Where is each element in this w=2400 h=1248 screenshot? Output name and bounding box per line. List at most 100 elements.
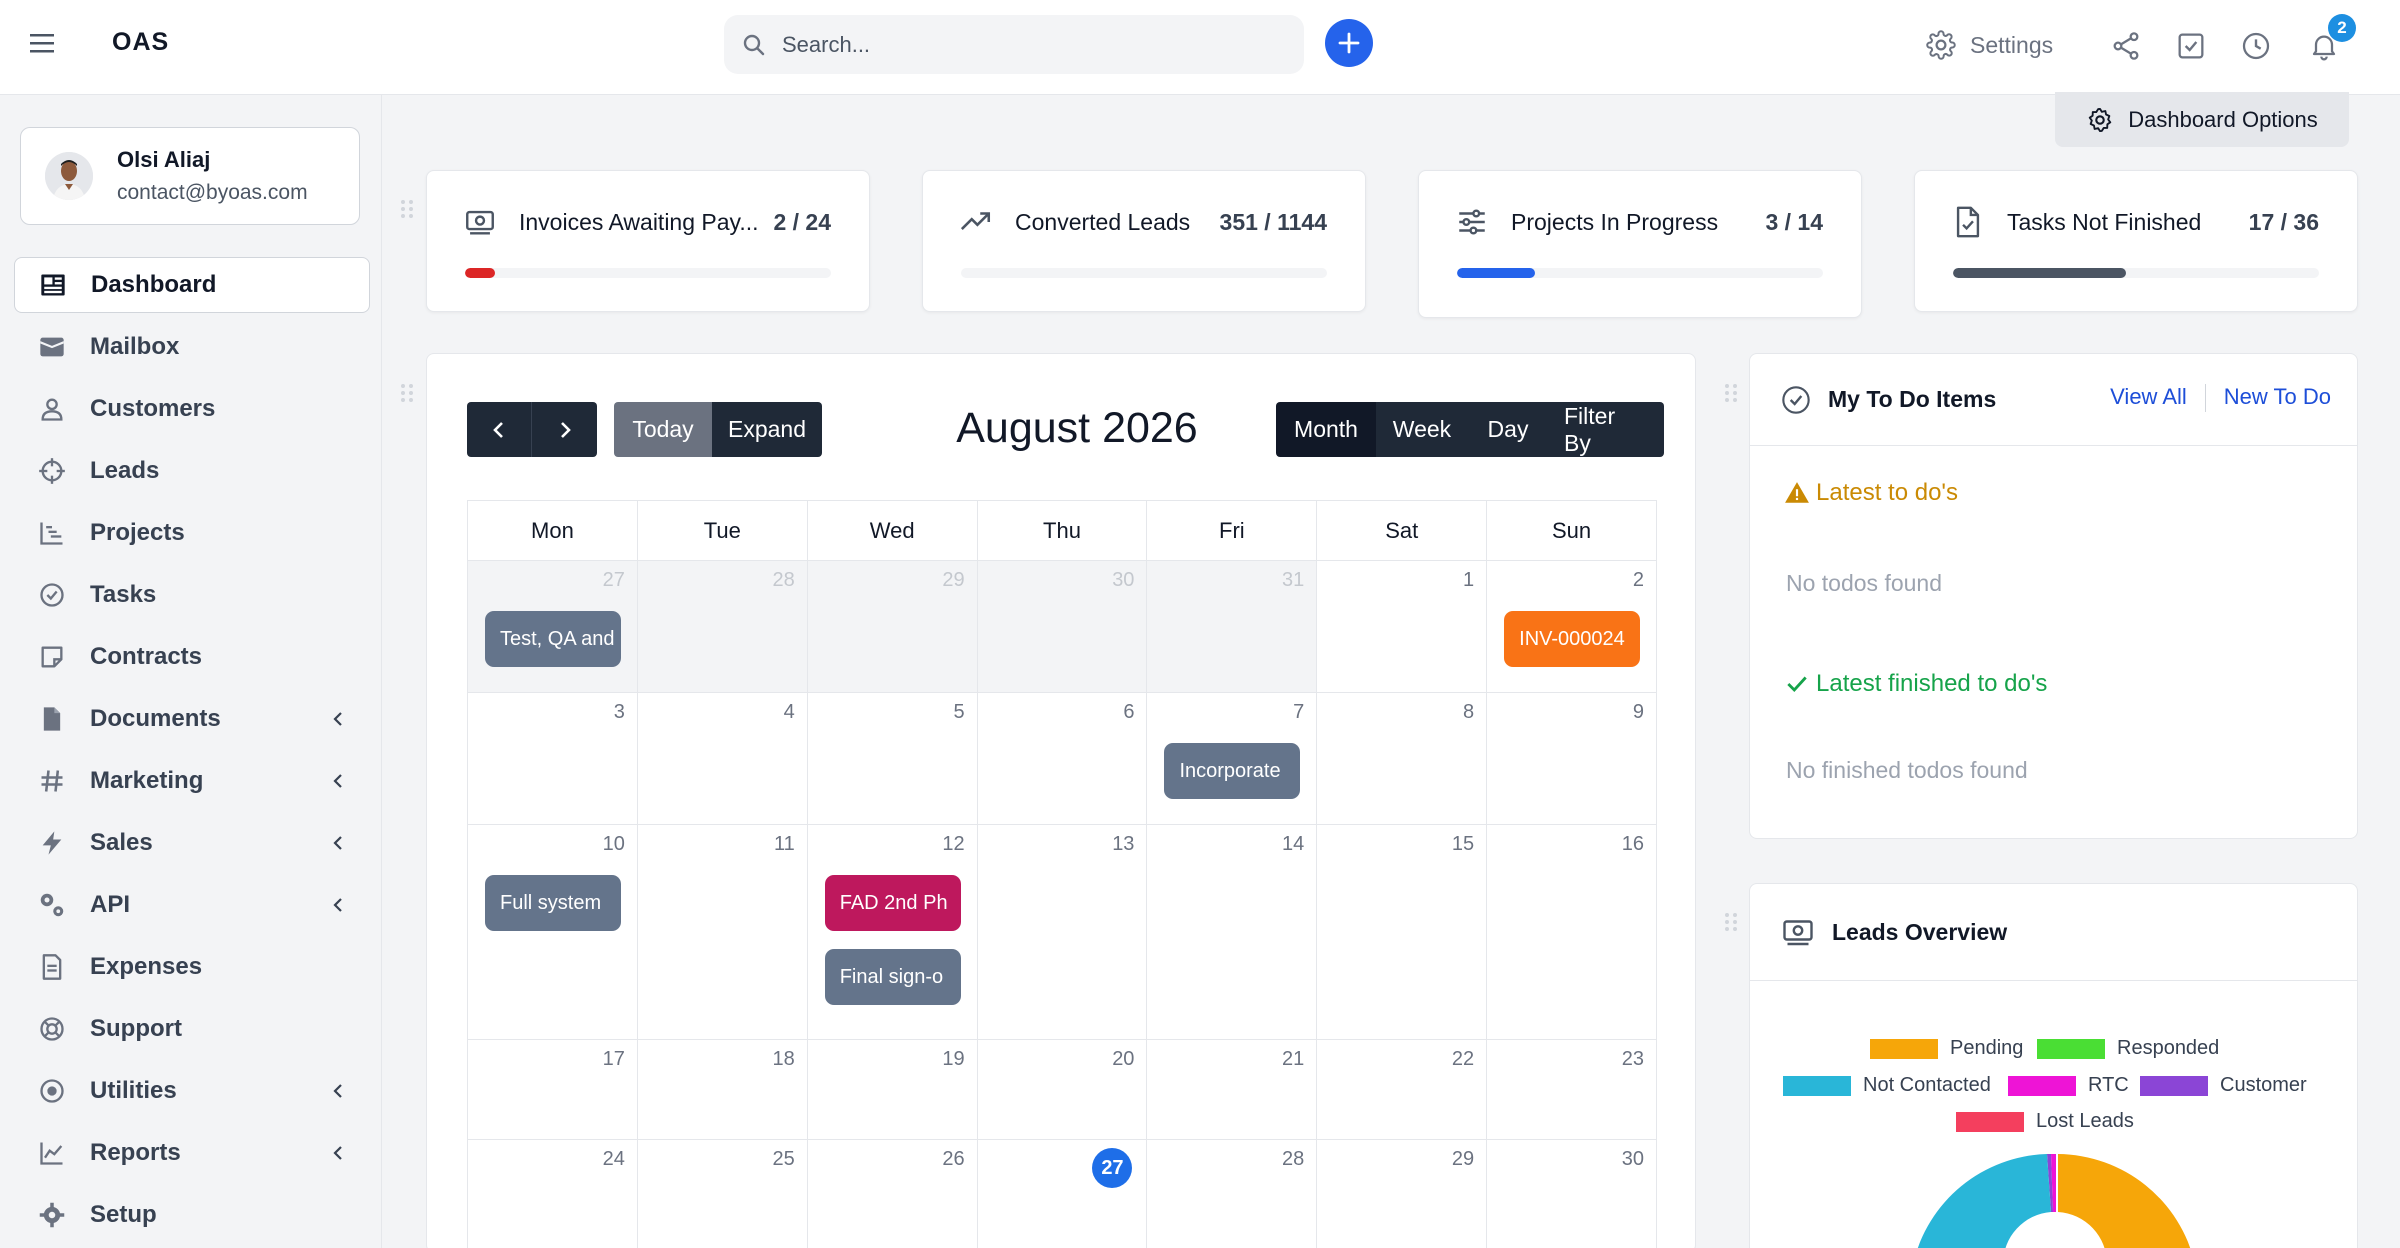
filter-by-button[interactable]: Filter By — [1548, 402, 1664, 457]
day-number[interactable]: 7 — [1293, 701, 1304, 724]
calendar-day-cell[interactable]: 14 — [1147, 825, 1318, 1039]
drag-handle-icon[interactable] — [398, 381, 416, 405]
calendar-day-cell[interactable]: 12 FAD 2nd Ph Final sign-o — [808, 825, 978, 1039]
calendar-day-cell[interactable]: 21 — [1147, 1040, 1318, 1139]
day-number[interactable]: 20 — [1112, 1048, 1134, 1071]
calendar-day-cell[interactable]: 2 INV-000024 — [1487, 561, 1656, 692]
calendar-day-cell[interactable]: 31 — [1147, 561, 1318, 692]
donut-slice-pending[interactable] — [2058, 1154, 2195, 1248]
calendar-day-cell[interactable]: 16 — [1487, 825, 1656, 1039]
chevron-left-icon[interactable] — [328, 1081, 348, 1101]
view-month-button[interactable]: Month — [1276, 402, 1376, 457]
legend-item-pending[interactable]: Pending — [1870, 1037, 2023, 1060]
calendar-day-cell[interactable]: 3 — [468, 693, 638, 824]
next-month-button[interactable] — [531, 402, 597, 457]
view-day-button[interactable]: Day — [1468, 402, 1548, 457]
chevron-left-icon[interactable] — [328, 833, 348, 853]
day-number[interactable]: 29 — [942, 569, 964, 592]
day-number[interactable]: 31 — [1282, 569, 1304, 592]
day-number[interactable]: 2 — [1633, 569, 1644, 592]
sidebar-item-tasks[interactable]: Tasks — [14, 567, 370, 623]
calendar-event[interactable]: Final sign-o — [824, 949, 961, 1005]
calendar-day-cell[interactable]: 8 — [1317, 693, 1488, 824]
legend-item-not-contacted[interactable]: Not Contacted — [1783, 1074, 1991, 1097]
calendar-day-cell[interactable]: 22 — [1317, 1040, 1488, 1139]
calendar-day-cell[interactable]: 24 — [468, 1140, 638, 1248]
clock-icon[interactable] — [2240, 30, 2272, 62]
sidebar-item-leads[interactable]: Leads — [14, 443, 370, 499]
day-number[interactable]: 23 — [1622, 1048, 1644, 1071]
day-number[interactable]: 3 — [614, 701, 625, 724]
donut-slice-not-contacted[interactable] — [1913, 1154, 2051, 1248]
day-number[interactable]: 29 — [1452, 1148, 1474, 1171]
calendar-day-cell[interactable]: 9 — [1487, 693, 1656, 824]
settings-button[interactable]: Settings — [1926, 30, 2053, 60]
calendar-day-cell[interactable]: 19 — [808, 1040, 978, 1139]
calendar-day-cell[interactable]: 7 Incorporate — [1147, 693, 1318, 824]
calendar-day-cell[interactable]: 11 — [638, 825, 808, 1039]
stat-card-projects[interactable]: Projects In Progress 3 / 14 — [1418, 170, 1862, 318]
legend-item-responded[interactable]: Responded — [2037, 1037, 2219, 1060]
calendar-day-cell[interactable]: 30 — [1487, 1140, 1656, 1248]
calendar-event[interactable]: Test, QA and — [485, 611, 621, 667]
day-number[interactable]: 15 — [1452, 833, 1474, 856]
day-number[interactable]: 25 — [772, 1148, 794, 1171]
day-number[interactable]: 9 — [1633, 701, 1644, 724]
calendar-day-cell[interactable]: 28 — [1147, 1140, 1318, 1248]
app-logo[interactable]: OAS — [112, 28, 169, 57]
calendar-day-cell[interactable]: 25 — [638, 1140, 808, 1248]
day-number[interactable]: 30 — [1112, 569, 1134, 592]
calendar-day-cell[interactable]: 26 — [808, 1140, 978, 1248]
calendar-event[interactable]: Full system — [485, 875, 621, 931]
search-input[interactable] — [782, 31, 1262, 58]
calendar-day-cell[interactable]: 29 — [1317, 1140, 1488, 1248]
calendar-day-cell[interactable]: 15 — [1317, 825, 1488, 1039]
calendar-day-cell[interactable]: 23 — [1487, 1040, 1656, 1139]
day-number[interactable]: 4 — [784, 701, 795, 724]
day-number[interactable]: 22 — [1452, 1048, 1474, 1071]
drag-handle-icon[interactable] — [1722, 910, 1740, 934]
calendar-day-cell[interactable]: 5 — [808, 693, 978, 824]
calendar-day-cell[interactable]: 10 Full system — [468, 825, 638, 1039]
day-number[interactable]: 17 — [603, 1048, 625, 1071]
checkbox-icon[interactable] — [2175, 30, 2207, 62]
sidebar-item-sales[interactable]: Sales — [14, 815, 370, 871]
legend-item-rtc[interactable]: RTC — [2008, 1074, 2129, 1097]
calendar-day-cell[interactable]: 30 — [977, 561, 1148, 692]
drag-handle-icon[interactable] — [1722, 381, 1740, 405]
menu-icon[interactable] — [30, 32, 64, 62]
sidebar-item-dashboard[interactable]: Dashboard — [14, 257, 370, 313]
user-profile-card[interactable]: Olsi Aliaj contact@byoas.com — [20, 127, 360, 225]
dashboard-options-button[interactable]: Dashboard Options — [2055, 92, 2349, 147]
day-number[interactable]: 26 — [942, 1148, 964, 1171]
sidebar-item-mailbox[interactable]: Mailbox — [14, 319, 370, 375]
calendar-day-cell[interactable]: 1 — [1317, 561, 1488, 692]
chevron-left-icon[interactable] — [328, 895, 348, 915]
day-number[interactable]: 14 — [1282, 833, 1304, 856]
calendar-day-cell[interactable]: 18 — [638, 1040, 808, 1139]
stat-card-leads[interactable]: Converted Leads 351 / 1144 — [922, 170, 1366, 312]
calendar-day-cell[interactable]: 6 — [978, 693, 1148, 824]
share-icon[interactable] — [2110, 30, 2142, 62]
stat-card-invoices[interactable]: Invoices Awaiting Pay... 2 / 24 — [426, 170, 870, 312]
calendar-day-cell[interactable]: 27 — [978, 1140, 1148, 1248]
day-number[interactable]: 28 — [772, 569, 794, 592]
calendar-day-cell[interactable]: 27 Test, QA and — [468, 561, 638, 692]
chevron-left-icon[interactable] — [328, 709, 348, 729]
day-number[interactable]: 5 — [953, 701, 964, 724]
day-number[interactable]: 16 — [1622, 833, 1644, 856]
day-number[interactable]: 11 — [774, 833, 795, 856]
day-number[interactable]: 19 — [942, 1048, 964, 1071]
legend-item-lost-leads[interactable]: Lost Leads — [1956, 1110, 2134, 1133]
view-week-button[interactable]: Week — [1376, 402, 1468, 457]
calendar-day-cell[interactable]: 28 — [637, 561, 808, 692]
sidebar-item-contracts[interactable]: Contracts — [14, 629, 370, 685]
sidebar-item-customers[interactable]: Customers — [14, 381, 370, 437]
sidebar-item-setup[interactable]: Setup — [14, 1187, 370, 1243]
calendar-day-cell[interactable]: 17 — [468, 1040, 638, 1139]
expand-button[interactable]: Expand — [712, 402, 822, 457]
day-number[interactable]: 30 — [1622, 1148, 1644, 1171]
calendar-event[interactable]: INV-000024 — [1504, 611, 1641, 667]
day-number[interactable]: 8 — [1463, 701, 1474, 724]
sidebar-item-marketing[interactable]: Marketing — [14, 753, 370, 809]
